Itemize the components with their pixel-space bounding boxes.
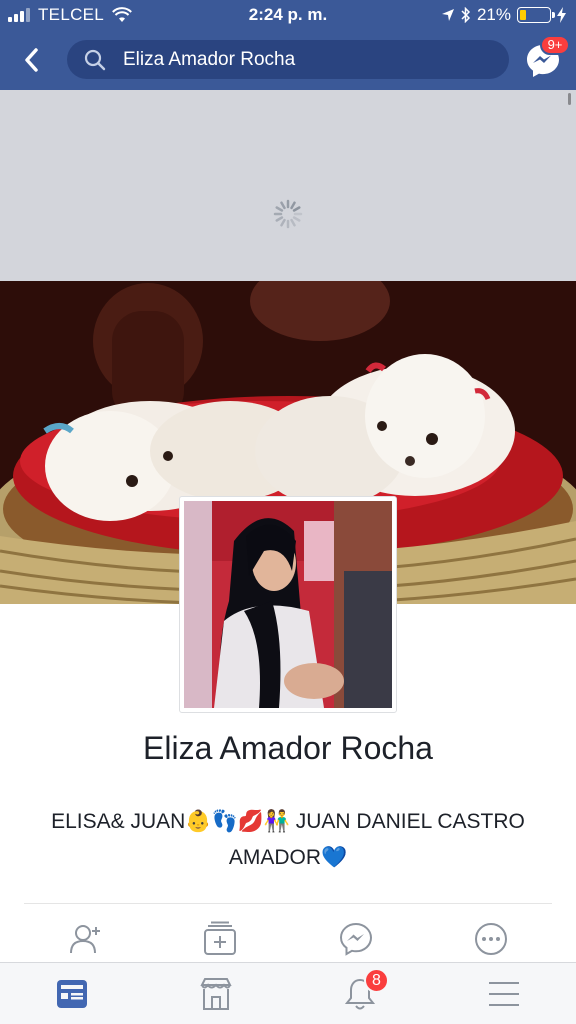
tab-menu[interactable]	[480, 971, 528, 1017]
spinner-tick	[290, 218, 296, 227]
messenger-badge: 9+	[540, 35, 570, 55]
profile-bio: ELISA& JUAN👶👣💋👫 JUAN DANIEL CASTRO AMADO…	[51, 810, 525, 869]
profile-name: Eliza Amador Rocha	[143, 730, 433, 766]
follow-button[interactable]	[196, 915, 244, 963]
search-input[interactable]: Eliza Amador Rocha	[123, 49, 295, 71]
search-icon	[83, 48, 107, 72]
spinner-tick	[290, 201, 296, 210]
charging-icon	[557, 7, 566, 23]
search-bar[interactable]: Eliza Amador Rocha	[67, 40, 509, 79]
battery-percent: 21%	[476, 5, 511, 24]
chevron-left-icon	[25, 48, 38, 72]
notifications-badge: 8	[364, 968, 389, 993]
back-button[interactable]	[14, 42, 50, 78]
profile-photo	[184, 501, 392, 708]
spinner-tick	[292, 216, 301, 222]
add-friend-icon	[70, 925, 100, 954]
loading-area	[0, 90, 576, 281]
nav-bar: Eliza Amador Rocha	[0, 30, 576, 90]
follow-icon	[204, 921, 236, 955]
messenger-icon	[339, 922, 373, 956]
spinner-tick	[275, 206, 284, 212]
menu-icon	[489, 982, 519, 1006]
spinner-tick	[280, 218, 286, 227]
tab-marketplace[interactable]	[192, 971, 240, 1017]
spinner-tick	[292, 206, 301, 212]
spinner-tick	[275, 216, 284, 222]
scroll-indicator[interactable]	[568, 93, 571, 105]
message-button[interactable]	[332, 915, 380, 963]
battery-icon	[517, 7, 555, 23]
status-right: 21%	[435, 5, 566, 25]
tab-news-feed[interactable]	[48, 971, 96, 1017]
news-feed-icon	[57, 980, 87, 1008]
bluetooth-icon	[461, 7, 471, 23]
add-friend-button[interactable]	[62, 915, 110, 963]
profile-picture-frame[interactable]	[179, 496, 397, 713]
more-icon	[475, 923, 507, 955]
profile-actions	[0, 915, 576, 963]
tab-bar	[0, 962, 576, 1024]
spinner-tick	[280, 201, 286, 210]
marketplace-icon	[200, 978, 232, 1010]
more-button[interactable]	[467, 915, 515, 963]
divider	[24, 903, 552, 904]
loading-spinner-icon	[273, 199, 303, 229]
location-arrow-icon	[441, 9, 454, 21]
status-bar: TELCEL 2:24 p. m. 21%	[0, 0, 576, 30]
battery-fill	[520, 10, 526, 20]
